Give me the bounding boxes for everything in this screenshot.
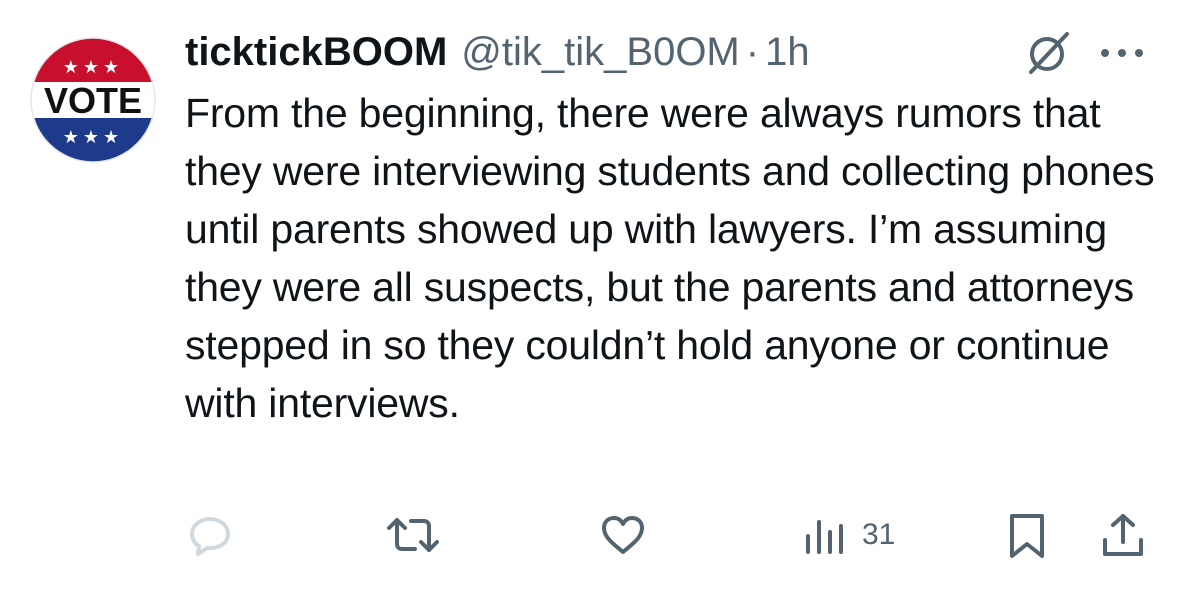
like-button[interactable]	[598, 505, 648, 565]
views-count: 31	[862, 518, 896, 551]
share-icon	[1103, 514, 1143, 556]
repost-button[interactable]	[385, 505, 441, 565]
views-button[interactable]: 31	[800, 505, 895, 565]
share-button[interactable]	[1098, 505, 1148, 565]
tweet-text: From the beginning, there were always ru…	[185, 90, 1155, 426]
reply-icon	[190, 517, 230, 556]
avatar-stars-top: ★★★	[63, 57, 123, 78]
repost-icon	[387, 518, 439, 552]
grok-icon[interactable]	[1023, 26, 1075, 78]
avatar[interactable]: ★★★ VOTE ★★★	[29, 36, 157, 164]
action-bar: 31	[0, 505, 1179, 565]
reply-button[interactable]	[185, 505, 235, 565]
bookmark-icon	[1010, 514, 1044, 558]
tweet[interactable]: ★★★ VOTE ★★★ ticktickBOOM @tik_tik_B0OM …	[0, 0, 1179, 600]
bookmark-button[interactable]	[1002, 505, 1052, 565]
avatar-vote-text: VOTE	[44, 80, 142, 121]
timestamp[interactable]: 1h	[765, 30, 810, 75]
vote-sticker-icon: ★★★ VOTE ★★★	[30, 37, 156, 163]
user-handle[interactable]: @tik_tik_B0OM	[461, 30, 739, 75]
tweet-header: ticktickBOOM @tik_tik_B0OM · 1h	[185, 24, 810, 80]
separator-dot: ·	[745, 29, 760, 74]
heart-icon	[602, 516, 644, 554]
more-options-icon[interactable]	[1097, 46, 1147, 58]
avatar-stars-bottom: ★★★	[63, 127, 123, 148]
views-chart-icon	[806, 520, 843, 554]
display-name[interactable]: ticktickBOOM	[185, 30, 447, 75]
